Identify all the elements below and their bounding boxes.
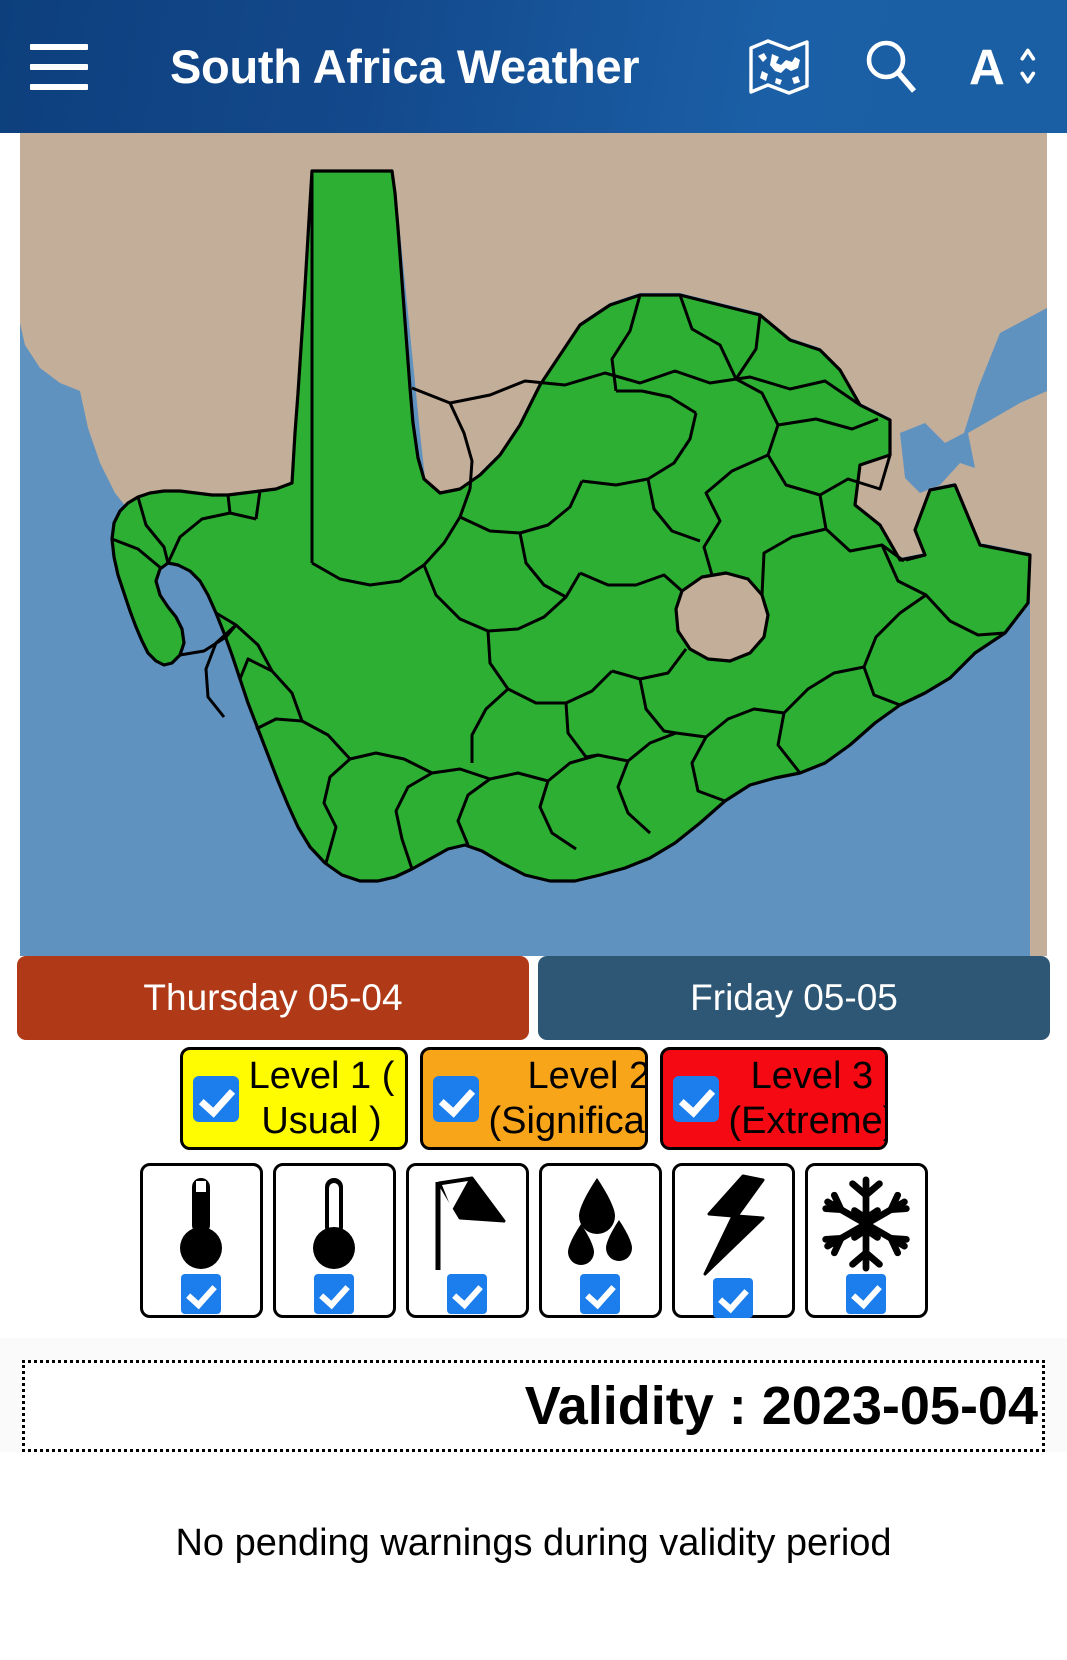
weather-type-cold[interactable] <box>272 1163 396 1318</box>
weather-type-rain-checkbox[interactable] <box>580 1274 620 1314</box>
page-title: South Africa Weather <box>170 40 640 93</box>
validity-bar: Validity : 2023-05-04 <box>22 1360 1045 1452</box>
map-enclave-lesotho <box>674 571 770 663</box>
tab-thursday[interactable]: Thursday 05-04 <box>17 956 529 1040</box>
lightning-bolt-icon <box>675 1174 792 1278</box>
search-icon[interactable] <box>857 33 925 101</box>
weather-type-thunderstorm-checkbox[interactable] <box>713 1278 753 1318</box>
hamburger-menu-icon[interactable] <box>30 43 88 90</box>
level-1-filter[interactable]: Level 1 ( Usual ) <box>179 1047 408 1150</box>
snowflake-icon <box>808 1174 925 1274</box>
weather-type-filter-row <box>0 1157 1067 1338</box>
hamburger-bar <box>30 83 88 90</box>
thermometer-cold-icon <box>276 1174 393 1274</box>
warnings-note: No pending warnings during validity peri… <box>0 1452 1067 1660</box>
level-1-label: Level 1 ( Usual ) <box>248 1054 395 1142</box>
weather-type-wind[interactable] <box>405 1163 529 1318</box>
rain-drops-icon <box>542 1174 659 1274</box>
warnings-note-text: No pending warnings during validity peri… <box>175 1521 892 1564</box>
validity-text: Validity : 2023-05-04 <box>524 1376 1038 1436</box>
map-icon[interactable] <box>745 33 813 101</box>
hamburger-bar <box>30 43 88 50</box>
app-root: South Africa Weather A Thursday 05-04 Fr… <box>0 0 1067 1660</box>
app-bar: South Africa Weather A <box>0 0 1067 133</box>
weather-type-snow-checkbox[interactable] <box>846 1274 886 1314</box>
level-2-filter[interactable]: Level 2 (Significant) <box>419 1047 648 1150</box>
weather-type-rain[interactable] <box>538 1163 662 1318</box>
weather-type-thunderstorm[interactable] <box>671 1163 795 1318</box>
weather-type-cold-checkbox[interactable] <box>314 1274 354 1314</box>
day-tab-bar: Thursday 05-04 Friday 05-05 <box>0 956 1067 1043</box>
warning-map[interactable] <box>0 133 1067 956</box>
level-2-checkbox[interactable] <box>432 1075 479 1122</box>
level-filter-row: Level 1 ( Usual ) Level 2 (Significant) … <box>0 1043 1067 1157</box>
appbar-actions: A <box>745 33 1037 101</box>
tab-friday-label: Friday 05-05 <box>690 977 898 1018</box>
hamburger-bar <box>30 63 88 70</box>
level-3-checkbox[interactable] <box>672 1075 719 1122</box>
weather-type-heat[interactable] <box>139 1163 263 1318</box>
svg-text:A: A <box>969 39 1005 95</box>
weather-type-heat-checkbox[interactable] <box>181 1274 221 1314</box>
weather-type-wind-checkbox[interactable] <box>447 1274 487 1314</box>
level-2-label: Level 2 (Significant) <box>488 1054 645 1142</box>
font-size-icon[interactable]: A <box>969 33 1037 101</box>
level-1-checkbox[interactable] <box>192 1075 239 1122</box>
weather-type-snow[interactable] <box>804 1163 928 1318</box>
wind-flag-icon <box>409 1174 526 1274</box>
tab-thursday-label: Thursday 05-04 <box>143 977 403 1018</box>
tab-friday[interactable]: Friday 05-05 <box>538 956 1050 1040</box>
level-3-label: Level 3 (Extreme) <box>728 1054 888 1142</box>
thermometer-hot-icon <box>143 1174 260 1274</box>
map-canvas[interactable] <box>20 133 1047 956</box>
level-3-filter[interactable]: Level 3 (Extreme) <box>659 1047 888 1150</box>
